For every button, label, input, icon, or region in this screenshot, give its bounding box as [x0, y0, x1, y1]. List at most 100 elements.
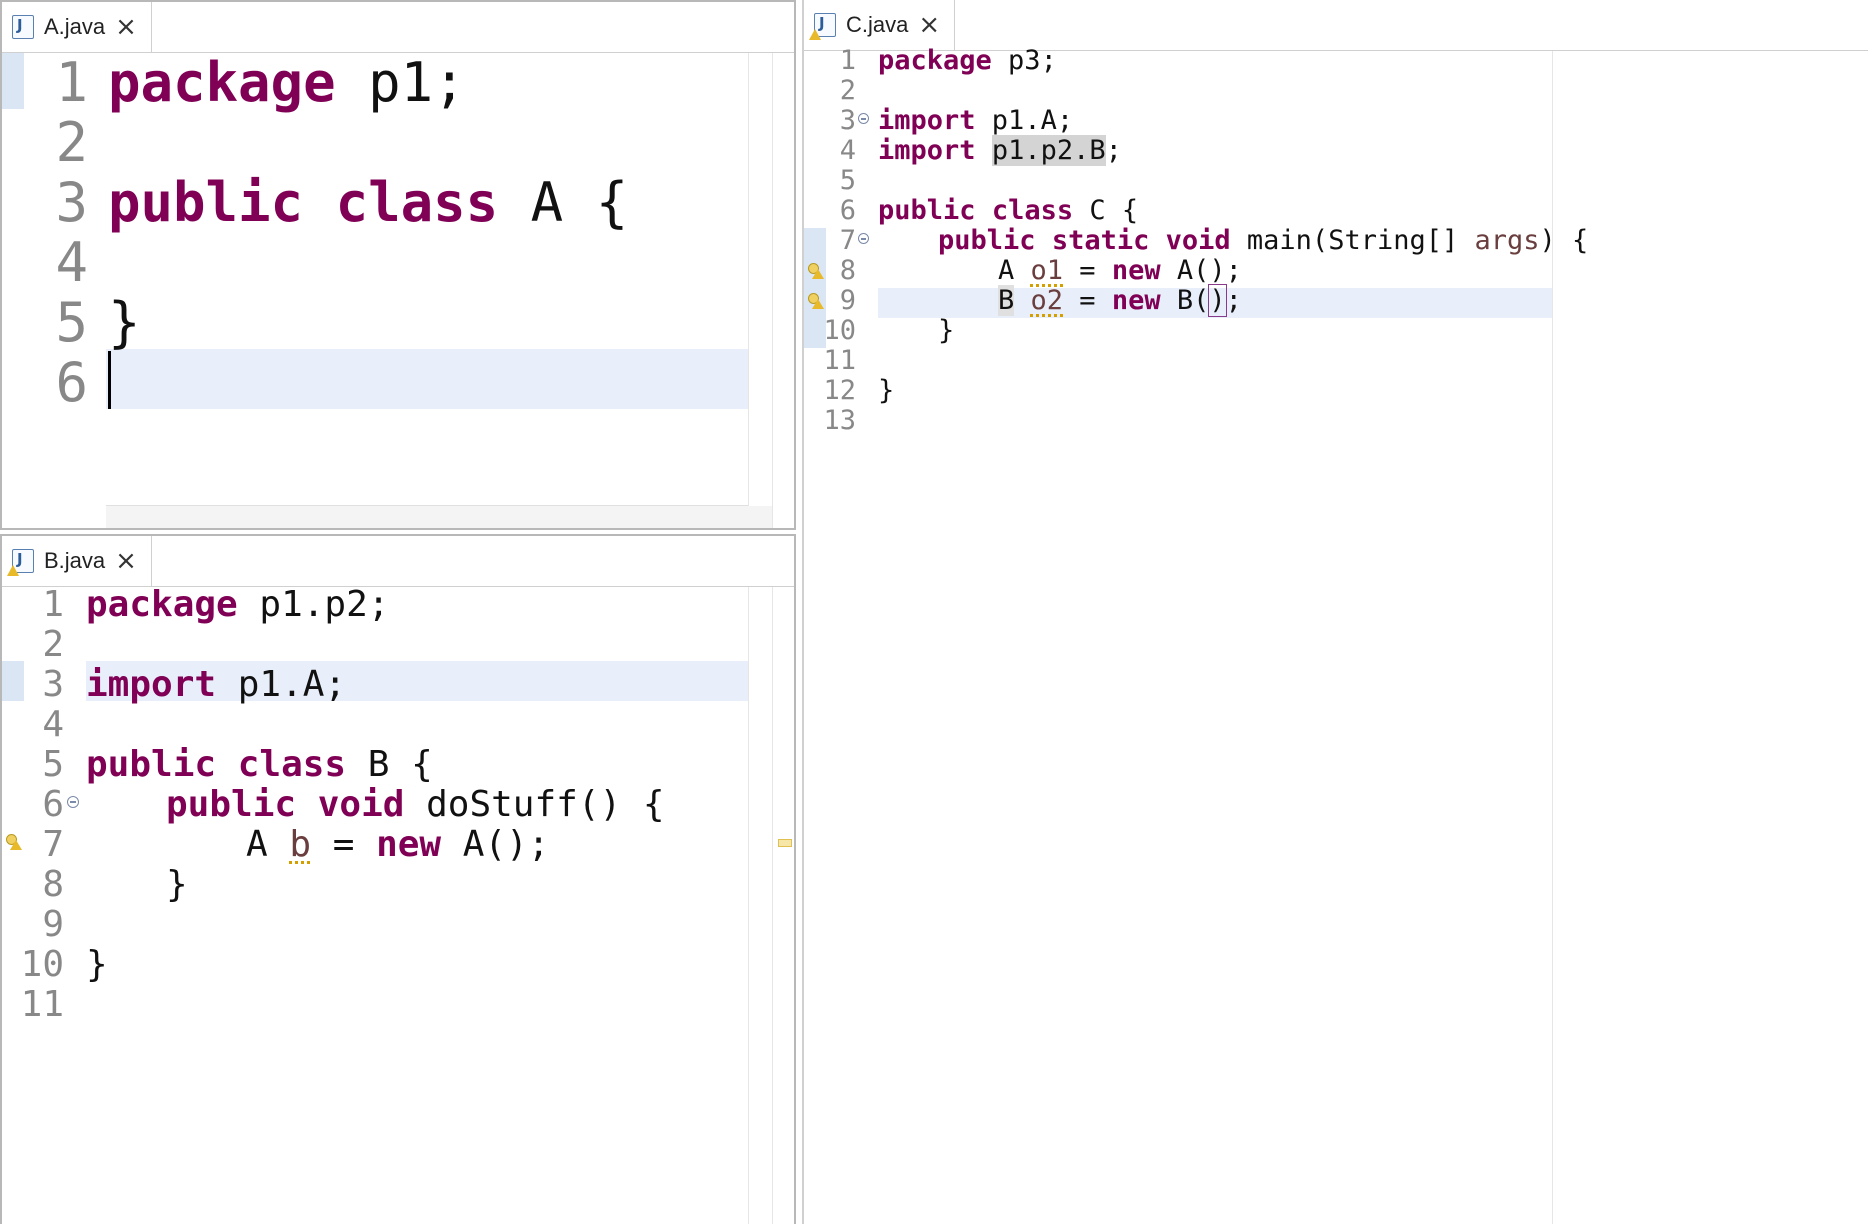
keyword: public	[938, 225, 1036, 256]
code-text: }	[878, 375, 895, 406]
line-number: 1	[42, 584, 64, 625]
java-file-warning-icon: J	[809, 13, 836, 40]
editor-pane-a: J A.java × 1 2 3 4 5 6 package p1; publi…	[0, 0, 796, 530]
code-editor-c[interactable]: 1 2 3 4 5 6 7 8 9 10 11 12 13 package p3…	[804, 45, 1868, 1224]
code-text: }	[938, 315, 955, 346]
code-line-1: package p1.p2;	[86, 584, 389, 625]
code-line-3: public class A {	[108, 171, 628, 234]
print-margin	[748, 53, 749, 528]
keyword: package	[108, 51, 336, 114]
code-text: A();	[441, 824, 550, 865]
line-number: 7	[839, 225, 856, 256]
tab-title: B.java	[44, 548, 106, 573]
code-line-8: A o1 = new A();	[998, 255, 1242, 286]
keyword: class	[335, 171, 499, 234]
code-line-12: }	[878, 375, 894, 406]
code-text: (	[1193, 285, 1210, 316]
keyword: void	[317, 784, 405, 825]
line-number: 3	[55, 171, 88, 234]
code-text: C {	[1073, 195, 1139, 226]
editor-pane-b: J B.java × 1 2 3 4 5 6 7 8 9 10 11 packa…	[0, 534, 796, 1224]
fold-collapse-icon[interactable]	[67, 796, 79, 808]
keyword: class	[991, 195, 1074, 226]
keyword: package	[878, 45, 992, 76]
tab-title: A.java	[44, 14, 106, 39]
keyword: import	[878, 105, 976, 136]
keyword: static	[1051, 225, 1150, 256]
warning-lightbulb-icon[interactable]	[806, 263, 824, 279]
code-text: main(String[]	[1230, 225, 1475, 256]
code-line-1: package p1;	[108, 51, 466, 114]
keyword: new	[376, 824, 442, 865]
code-text: }	[108, 291, 141, 354]
close-icon[interactable]: ×	[115, 548, 137, 574]
code-line-7: A b = new A();	[246, 824, 549, 865]
line-number: 4	[55, 231, 88, 294]
print-margin	[748, 587, 749, 1224]
code-text: ;	[1105, 135, 1122, 166]
code-text: A {	[498, 171, 629, 234]
selected-text[interactable]: p1.p2.B	[991, 135, 1106, 166]
keyword: new	[1111, 255, 1161, 286]
keyword: public	[878, 195, 976, 226]
line-number: 2	[55, 111, 88, 174]
code-text: =	[311, 824, 377, 865]
keyword: public	[108, 171, 304, 234]
code-editor-b[interactable]: 1 2 3 4 5 6 7 8 9 10 11 package p1.p2; i…	[2, 584, 794, 1224]
code-line-3: import p1.A;	[878, 105, 1073, 136]
code-editor-a[interactable]: 1 2 3 4 5 6 package p1; public class A {…	[2, 51, 794, 528]
line-number: 12	[823, 375, 856, 406]
matching-bracket: )	[1208, 284, 1227, 317]
code-text: A();	[1160, 255, 1242, 286]
tab-a-java[interactable]: J A.java ×	[2, 2, 152, 52]
tab-b-java[interactable]: J B.java ×	[2, 536, 152, 586]
line-number: 2	[839, 75, 856, 106]
quick-diff-marker	[2, 53, 24, 109]
keyword: public	[166, 784, 297, 825]
warning-lightbulb-icon[interactable]	[4, 834, 22, 850]
code-text: B	[1160, 285, 1194, 316]
line-number: 13	[823, 405, 856, 436]
code-text: ;	[1225, 285, 1242, 316]
unused-variable[interactable]: o2	[1031, 285, 1064, 316]
current-line-highlight	[106, 349, 748, 409]
line-number: 6	[42, 784, 64, 825]
line-number: 10	[20, 944, 64, 985]
line-number: 11	[823, 345, 856, 376]
code-line-5: public class B {	[86, 744, 433, 785]
code-line-9: B o2 = new B();	[998, 284, 1242, 317]
code-text: p3;	[991, 45, 1057, 76]
unused-variable[interactable]: o1	[1031, 255, 1064, 286]
close-icon[interactable]: ×	[115, 14, 137, 40]
code-text: doStuff() {	[404, 784, 665, 825]
fold-collapse-icon[interactable]	[858, 113, 869, 124]
tab-bar-a: J A.java ×	[2, 2, 794, 53]
code-line-6: public void doStuff() {	[166, 784, 665, 825]
overview-ruler-border	[772, 53, 773, 528]
warning-lightbulb-icon[interactable]	[806, 293, 824, 309]
code-text: ) {	[1539, 225, 1589, 256]
line-number: 8	[42, 864, 64, 905]
line-number: 3	[42, 664, 64, 705]
tab-title: C.java	[846, 12, 909, 37]
tab-bar-b: J B.java ×	[2, 536, 794, 587]
keyword: package	[86, 584, 238, 625]
tab-c-java[interactable]: J C.java ×	[804, 0, 956, 50]
code-line-8: }	[166, 864, 188, 905]
line-number: 6	[839, 195, 856, 226]
code-line-1: package p3;	[878, 45, 1057, 76]
tab-bar-c: J C.java ×	[804, 0, 1868, 51]
overview-ruler-border	[772, 587, 773, 1224]
text-cursor	[108, 351, 111, 409]
fold-collapse-icon[interactable]	[858, 233, 869, 244]
line-number: 6	[55, 351, 88, 414]
java-file-warning-icon: J	[7, 549, 34, 576]
unused-variable[interactable]: b	[289, 824, 311, 865]
code-line-10: }	[86, 944, 108, 985]
close-icon[interactable]: ×	[918, 12, 940, 38]
line-number: 4	[839, 135, 856, 166]
parameter: args	[1474, 225, 1540, 256]
warning-overview-marker[interactable]	[778, 839, 792, 847]
code-line-5: }	[108, 291, 141, 354]
line-number: 11	[20, 984, 64, 1025]
